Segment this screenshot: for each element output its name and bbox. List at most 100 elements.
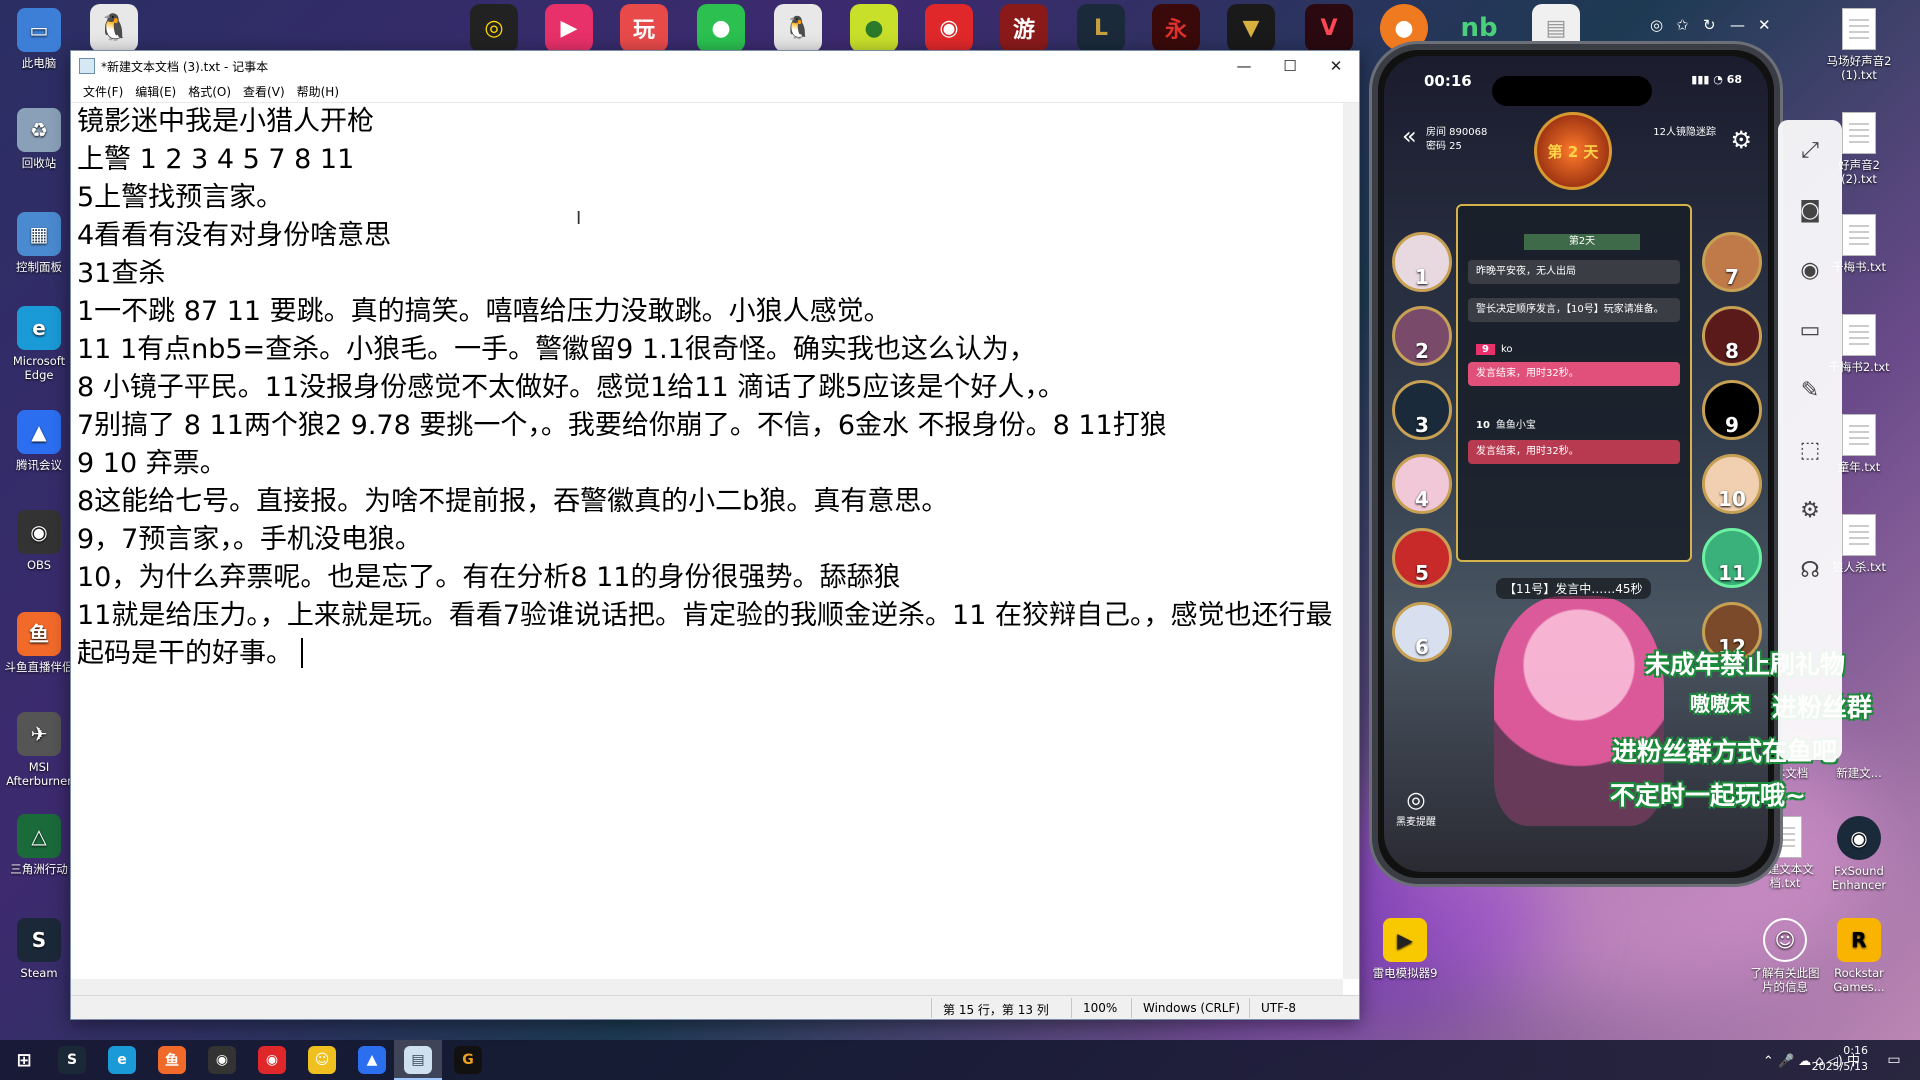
app-icon-2[interactable]: ◎ xyxy=(470,4,518,52)
screenshot-icon[interactable]: ◙ xyxy=(1778,180,1842,240)
player-seat[interactable]: 7 xyxy=(1702,232,1762,292)
desktop-icon[interactable]: ✈ MSI Afterburner xyxy=(2,712,76,788)
menu-help[interactable]: 帮助(H) xyxy=(291,83,345,100)
edge-taskbar-icon[interactable]: e xyxy=(108,1046,136,1074)
player-seat[interactable]: 11 xyxy=(1702,528,1762,588)
crop-icon[interactable]: ⬚ xyxy=(1778,420,1842,480)
game-mode: 12人镜隐迷踪 xyxy=(1653,127,1716,138)
black-wheat-reminder[interactable]: ◎ 黑麦提醒 xyxy=(1396,788,1436,828)
wechat-icon[interactable]: ● xyxy=(697,4,745,52)
obs-taskbar-icon[interactable]: ◉ xyxy=(208,1046,236,1074)
headset-icon[interactable]: ☊ xyxy=(1778,540,1842,600)
desktop-icon[interactable]: ▲ 腾讯会议 xyxy=(2,410,76,472)
steam-taskbar-icon[interactable]: S xyxy=(58,1046,86,1074)
menu-format[interactable]: 格式(O) xyxy=(182,83,237,100)
player-seat[interactable]: 2 xyxy=(1392,306,1452,366)
desktop-icon[interactable]: e Microsoft Edge xyxy=(2,306,76,382)
desktop-icon[interactable]: ♻ 回收站 xyxy=(2,108,76,170)
minimize-button[interactable]: — xyxy=(1221,51,1267,81)
valorant-icon-1[interactable]: ▼ xyxy=(1227,4,1275,52)
record-icon[interactable]: ◉ xyxy=(1778,240,1842,300)
desktop-ldplayer[interactable]: ▶ 雷电模拟器9 xyxy=(1368,918,1442,980)
encoding: UTF-8 xyxy=(1261,1001,1296,1015)
lol-icon[interactable]: L xyxy=(1077,4,1125,52)
game-taskbar-icon[interactable]: G xyxy=(454,1046,482,1074)
game-icon-1[interactable]: 游 xyxy=(1000,4,1048,52)
text-file-icon xyxy=(1842,514,1876,556)
maximize-button[interactable]: ☐ xyxy=(1267,51,1313,81)
desktop-icon-label: 控制面板 xyxy=(16,260,62,274)
app-icon-4[interactable]: 玩 xyxy=(620,4,668,52)
menu-view[interactable]: 查看(V) xyxy=(237,83,291,100)
close-button[interactable]: ✕ xyxy=(1313,51,1359,81)
brush-icon[interactable]: ✎ xyxy=(1778,360,1842,420)
desktop-icon[interactable]: ◉ OBS xyxy=(2,510,76,572)
gear-icon[interactable]: ⚙ xyxy=(1730,126,1752,154)
desktop-icon[interactable]: ▭ 此电脑 xyxy=(2,8,76,70)
back-icon[interactable]: « xyxy=(1402,122,1417,150)
desktop-rockstar[interactable]: R Rockstar Games... xyxy=(1822,918,1896,994)
status-divider xyxy=(1249,998,1250,1018)
close-icon[interactable]: ✕ xyxy=(1758,16,1771,34)
tencent-meeting-icon: ▲ xyxy=(17,410,61,454)
desktop-icon[interactable]: S Steam xyxy=(2,918,76,980)
battery-level: 68 xyxy=(1726,73,1742,86)
desktop-file-7[interactable]: 新建文... xyxy=(1822,766,1896,780)
app-icon-3[interactable]: ▶ xyxy=(545,4,593,52)
app-taskbar-icon[interactable]: ☺ xyxy=(308,1046,336,1074)
netease-taskbar-icon[interactable]: ◉ xyxy=(258,1046,286,1074)
player-seat[interactable]: 10 xyxy=(1702,454,1762,514)
desktop-file-label: 雷电模拟器9 xyxy=(1372,966,1438,980)
computer-icon: ▭ xyxy=(17,8,61,52)
desktop-fxsound[interactable]: ◉ FxSound Enhancer xyxy=(1822,816,1896,892)
desktop-icon-label: Microsoft Edge xyxy=(12,354,66,382)
player-seat[interactable]: 9 xyxy=(1702,380,1762,440)
menu-edit[interactable]: 编辑(E) xyxy=(129,83,182,100)
settings-icon[interactable]: ◎ xyxy=(1650,16,1663,34)
minimize-icon[interactable]: — xyxy=(1730,16,1745,34)
douyu-icon: 鱼 xyxy=(17,612,61,656)
player-seat[interactable]: 3 xyxy=(1392,380,1452,440)
gear-icon[interactable]: ⚙ xyxy=(1778,480,1842,540)
vertical-scrollbar[interactable] xyxy=(1343,103,1359,979)
rotate-icon[interactable]: ↻ xyxy=(1703,16,1716,34)
text-editor[interactable]: 镜影迷中我是小猎人开枪 上警 1 2 3 4 5 7 8 11 5上警找预言家。… xyxy=(75,103,1343,977)
expand-icon[interactable]: ⤢ xyxy=(1778,120,1842,180)
desktop-icon-label: 回收站 xyxy=(21,156,57,170)
desktop-icon-label: 此电脑 xyxy=(21,56,57,70)
desktop-icon[interactable]: △ 三角洲行动 xyxy=(2,814,76,876)
horizontal-scrollbar[interactable] xyxy=(71,979,1343,995)
msi-icon: ✈ xyxy=(17,712,61,756)
player-seat[interactable]: 4 xyxy=(1392,454,1452,514)
desktop-file-0[interactable]: 马场好声音2 (1).txt xyxy=(1822,8,1896,82)
notepad-window[interactable]: *新建文本文档 (3).txt - 记事本 — ☐ ✕ 文件(F) 编辑(E) … xyxy=(70,50,1360,1020)
menu-file[interactable]: 文件(F) xyxy=(77,83,129,100)
player-name: ko xyxy=(1500,344,1513,355)
title-bar[interactable]: *新建文本文档 (3).txt - 记事本 — ☐ ✕ xyxy=(71,51,1359,81)
desktop-icon[interactable]: 鱼斗鱼直播伴侣 xyxy=(2,612,76,674)
notification-icon[interactable]: ▭ xyxy=(1880,1046,1908,1074)
pin-icon[interactable]: ✩ xyxy=(1676,16,1689,34)
netease-music-icon[interactable]: ◉ xyxy=(925,4,973,52)
douyu-taskbar-icon[interactable]: 鱼 xyxy=(158,1046,186,1074)
notepad-taskbar-icon[interactable]: ▤ xyxy=(404,1046,432,1074)
player-name: 鱼鱼小宝 xyxy=(1495,420,1536,431)
naraka-icon[interactable]: 永 xyxy=(1152,4,1200,52)
player-seat[interactable]: 8 xyxy=(1702,306,1762,366)
clock[interactable]: 0:16 2025/5/13 xyxy=(1812,1043,1868,1075)
app-icon-7[interactable]: ● xyxy=(850,4,898,52)
day-badge: 第 2 天 xyxy=(1534,112,1612,190)
tencent-meeting-taskbar-icon[interactable]: ▲ xyxy=(358,1046,386,1074)
player-seat[interactable]: 6 xyxy=(1392,602,1452,662)
spotlight-icon: ☺ xyxy=(1763,918,1807,962)
qq-icon[interactable]: 🐧 xyxy=(774,4,822,52)
cast-icon[interactable]: ▭ xyxy=(1778,300,1842,360)
player-seat[interactable]: 1 xyxy=(1392,232,1452,292)
valorant-icon-2[interactable]: V xyxy=(1305,4,1353,52)
app-icon-1[interactable]: 🐧 xyxy=(90,4,138,52)
desktop-spotlight[interactable]: ☺ 了解有关此图片的信息 xyxy=(1748,918,1822,994)
player-seat[interactable]: 5 xyxy=(1392,528,1452,588)
desktop-icon[interactable]: ▦ 控制面板 xyxy=(2,212,76,274)
windows-start-icon[interactable]: ⊞ xyxy=(10,1046,38,1074)
clock-time: 0:16 xyxy=(1843,1044,1868,1057)
